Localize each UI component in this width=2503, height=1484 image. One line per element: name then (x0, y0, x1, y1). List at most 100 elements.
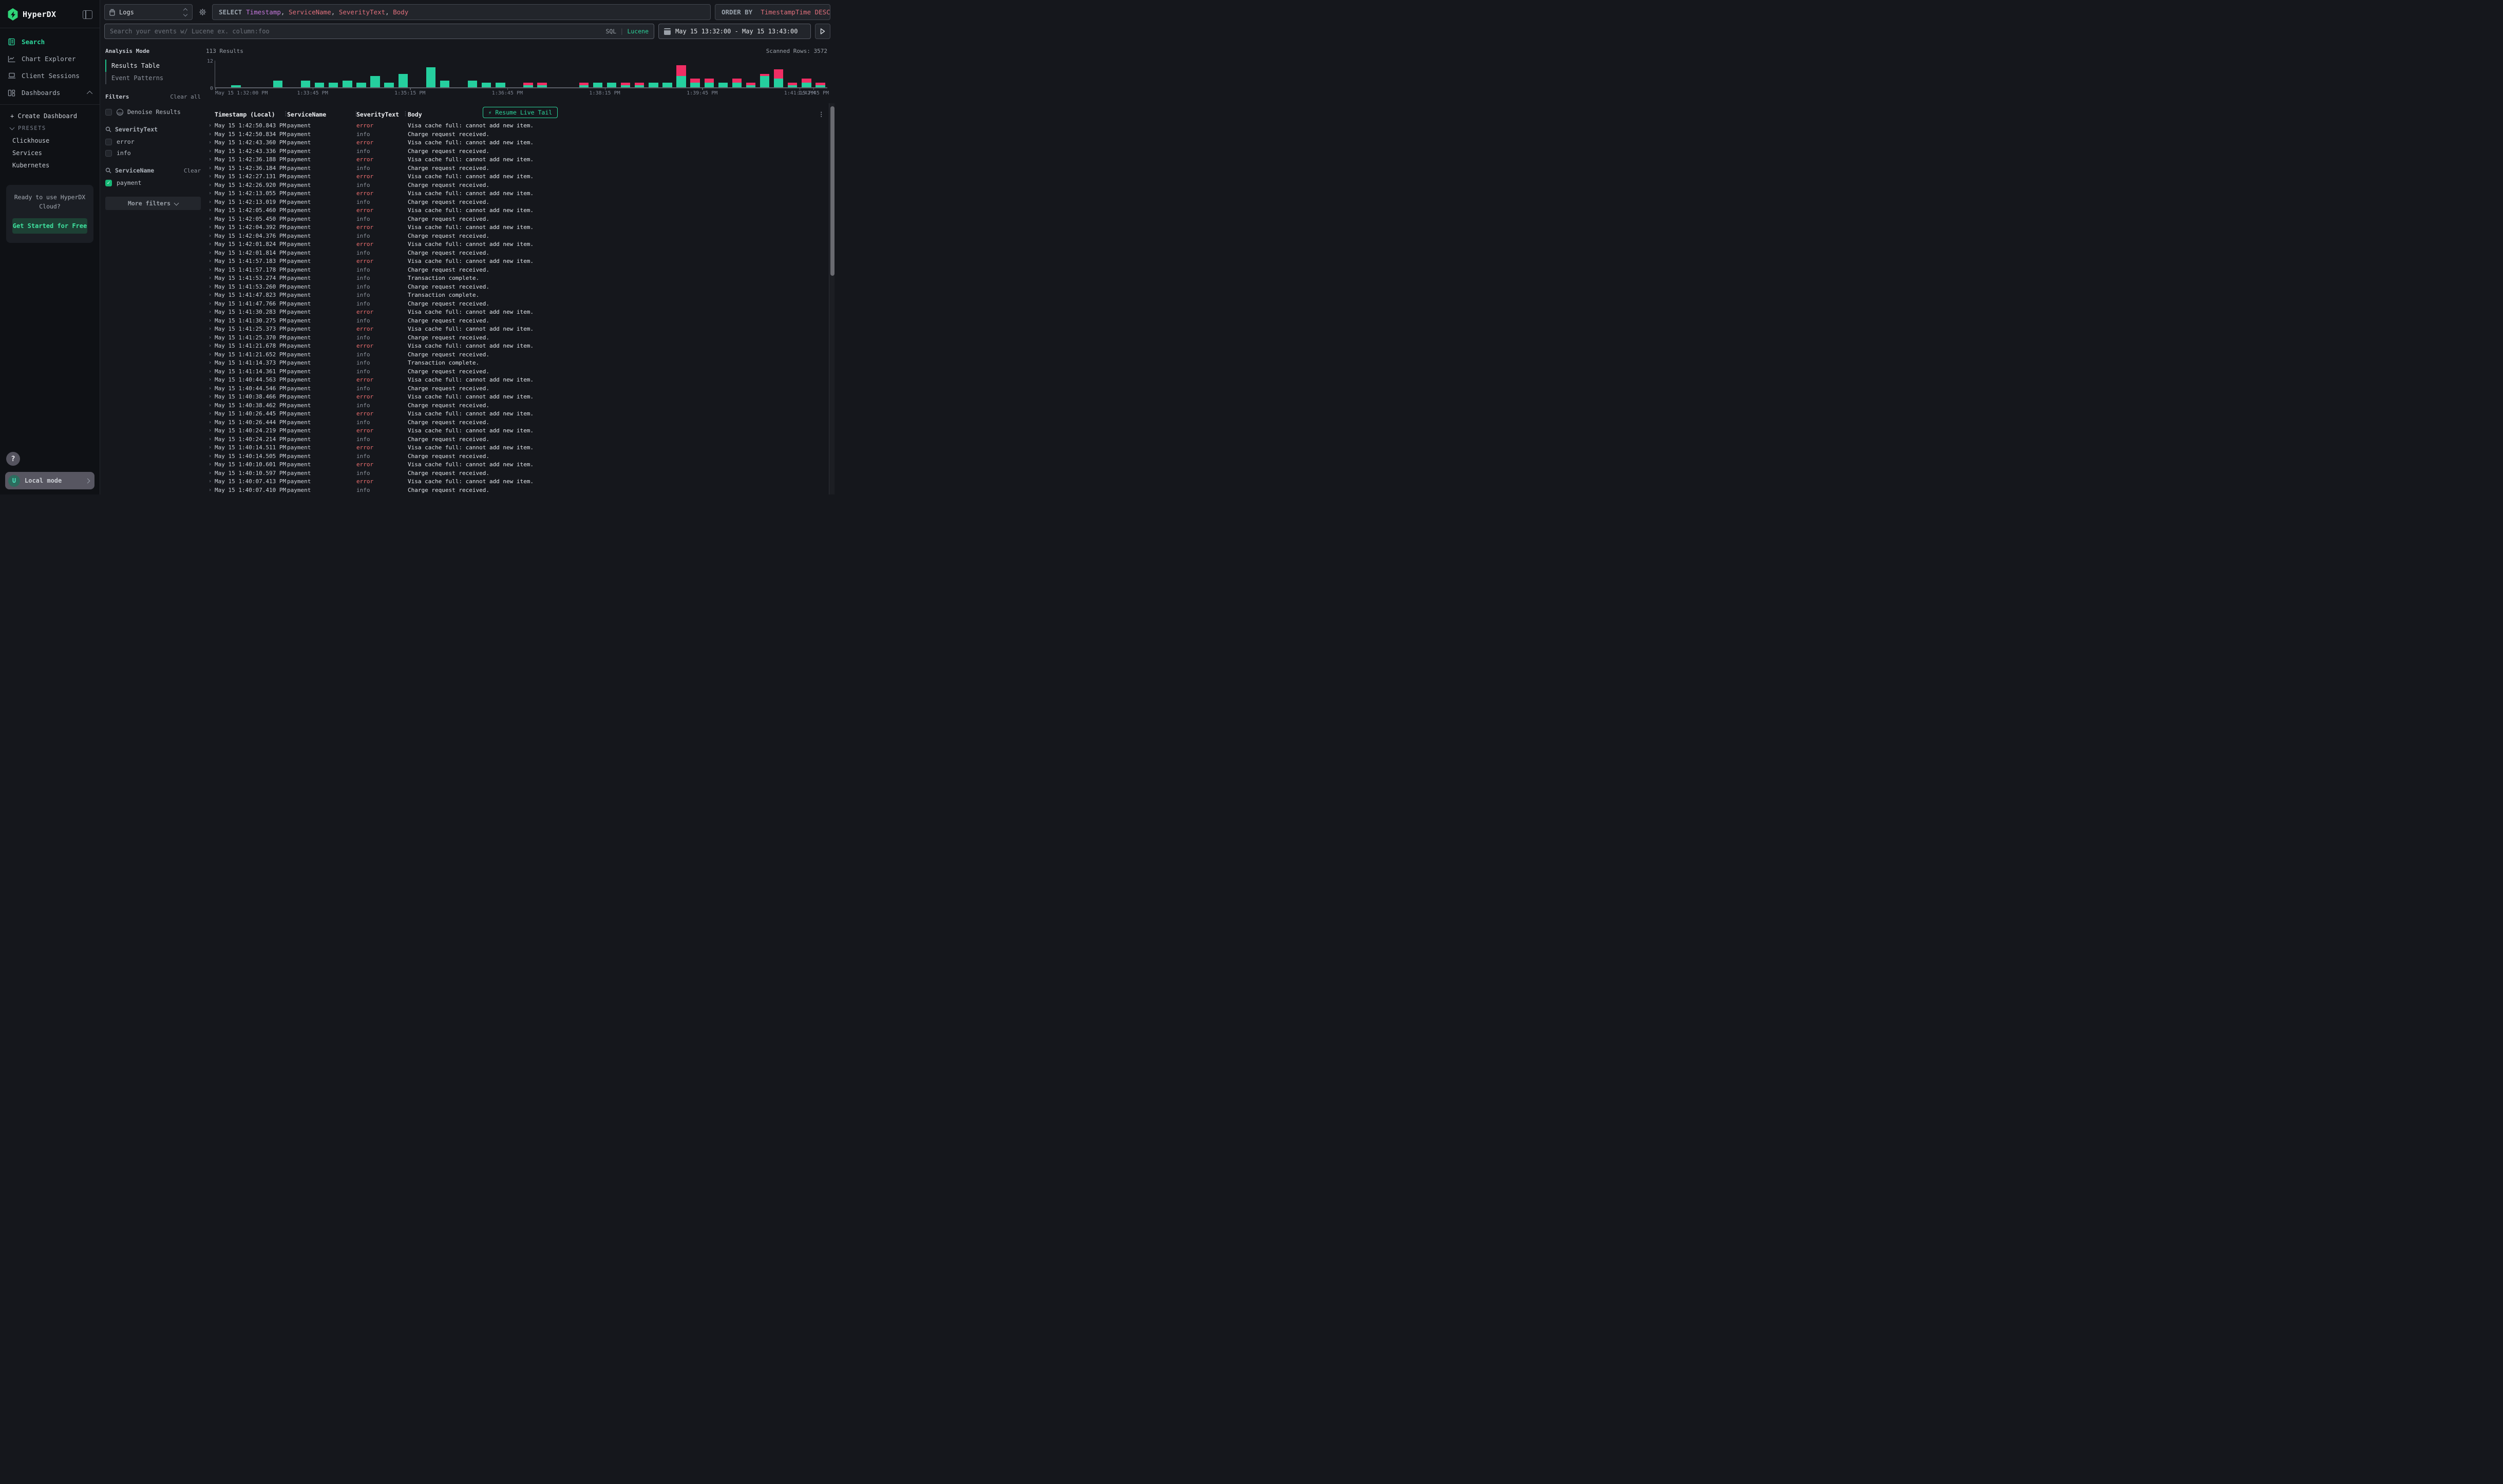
table-row[interactable]: ›May 15 1:41:53.260 PMpaymentinfoCharge … (206, 283, 827, 292)
source-settings-button[interactable] (197, 4, 208, 20)
row-expand-chevron-icon[interactable]: › (208, 181, 212, 190)
create-dashboard-button[interactable]: + Create Dashboard (7, 111, 92, 124)
histogram-bar[interactable] (690, 79, 699, 87)
histogram-bar[interactable] (231, 85, 240, 87)
row-expand-chevron-icon[interactable]: › (208, 198, 212, 207)
row-expand-chevron-icon[interactable]: › (208, 410, 212, 418)
presets-toggle[interactable]: PRESETS (7, 124, 92, 135)
table-row[interactable]: ›May 15 1:41:25.370 PMpaymentinfoCharge … (206, 334, 827, 343)
more-filters-button[interactable]: More filters (105, 197, 201, 210)
row-expand-chevron-icon[interactable]: › (208, 122, 212, 130)
row-expand-chevron-icon[interactable]: › (208, 257, 212, 266)
histogram-bar[interactable] (579, 83, 589, 87)
row-expand-chevron-icon[interactable]: › (208, 308, 212, 317)
histogram-bar[interactable] (329, 83, 338, 87)
preset-item-services[interactable]: Services (7, 147, 92, 159)
row-expand-chevron-icon[interactable]: › (208, 283, 212, 292)
table-options-kebab-icon[interactable]: ⋮ (819, 110, 825, 118)
sidebar-item-search[interactable]: Search (0, 33, 100, 50)
table-row[interactable]: ›May 15 1:41:53.274 PMpaymentinfoTransac… (206, 274, 827, 283)
histogram-bar[interactable] (440, 81, 449, 87)
run-query-button[interactable] (815, 24, 830, 39)
mode-sql-toggle[interactable]: SQL (605, 28, 616, 35)
histogram-bar[interactable] (468, 81, 477, 87)
table-row[interactable]: ›May 15 1:41:21.652 PMpaymentinfoCharge … (206, 351, 827, 359)
row-expand-chevron-icon[interactable]: › (208, 368, 212, 376)
checkbox-unchecked[interactable] (105, 139, 112, 145)
table-row[interactable]: ›May 15 1:42:26.920 PMpaymentinfoCharge … (206, 181, 827, 190)
row-expand-chevron-icon[interactable]: › (208, 385, 212, 393)
table-row[interactable]: ›May 15 1:40:44.546 PMpaymentinfoCharge … (206, 385, 827, 393)
table-row[interactable]: ›May 15 1:41:21.678 PMpaymenterrorVisa c… (206, 342, 827, 351)
histogram-bar[interactable] (523, 83, 533, 87)
table-row[interactable]: ›May 15 1:40:26.444 PMpaymentinfoCharge … (206, 418, 827, 427)
row-expand-chevron-icon[interactable]: › (208, 393, 212, 402)
row-expand-chevron-icon[interactable]: › (208, 139, 212, 147)
table-row[interactable]: ›May 15 1:42:27.131 PMpaymenterrorVisa c… (206, 173, 827, 181)
table-row[interactable]: ›May 15 1:42:05.450 PMpaymentinfoCharge … (206, 215, 827, 224)
row-expand-chevron-icon[interactable]: › (208, 376, 212, 385)
row-expand-chevron-icon[interactable]: › (208, 444, 212, 452)
row-expand-chevron-icon[interactable]: › (208, 334, 212, 343)
scrollbar-thumb[interactable] (830, 106, 835, 276)
row-expand-chevron-icon[interactable]: › (208, 130, 212, 139)
table-row[interactable]: ›May 15 1:42:43.336 PMpaymentinfoCharge … (206, 147, 827, 156)
search-input[interactable] (110, 28, 605, 35)
histogram-bar[interactable] (496, 83, 505, 87)
checkbox-checked[interactable]: ✓ (105, 180, 112, 186)
events-histogram[interactable]: 12 0 May 15 1:32:00 PM1:33:45 PM1:35:15 … (206, 59, 827, 100)
column-resize-handle[interactable]: ⋮ (403, 110, 408, 117)
row-expand-chevron-icon[interactable]: › (208, 427, 212, 435)
table-row[interactable]: ›May 15 1:40:07.410 PMpaymentinfoCharge … (206, 486, 827, 495)
row-expand-chevron-icon[interactable]: › (208, 206, 212, 215)
row-expand-chevron-icon[interactable]: › (208, 274, 212, 283)
help-button[interactable]: ? (6, 452, 20, 466)
histogram-bar[interactable] (315, 83, 324, 87)
row-expand-chevron-icon[interactable]: › (208, 359, 212, 368)
histogram-bar[interactable] (537, 83, 546, 87)
table-row[interactable]: ›May 15 1:40:14.505 PMpaymentinfoCharge … (206, 452, 827, 461)
table-row[interactable]: ›May 15 1:40:07.413 PMpaymenterrorVisa c… (206, 478, 827, 486)
row-expand-chevron-icon[interactable]: › (208, 164, 212, 173)
table-row[interactable]: ›May 15 1:40:38.466 PMpaymenterrorVisa c… (206, 393, 827, 402)
user-menu[interactable]: U Local mode (5, 472, 94, 489)
histogram-bar[interactable] (676, 65, 686, 87)
histogram-bar[interactable] (760, 74, 769, 87)
source-select[interactable]: Logs (104, 4, 193, 20)
row-expand-chevron-icon[interactable]: › (208, 156, 212, 164)
table-row[interactable]: ›May 15 1:42:04.392 PMpaymenterrorVisa c… (206, 223, 827, 232)
sidebar-item-chart-explorer[interactable]: Chart Explorer (0, 50, 100, 67)
histogram-bar[interactable] (732, 79, 742, 87)
table-row[interactable]: ›May 15 1:42:04.376 PMpaymentinfoCharge … (206, 232, 827, 241)
histogram-bar[interactable] (356, 83, 366, 87)
row-expand-chevron-icon[interactable]: › (208, 478, 212, 486)
filter-option-error[interactable]: error (105, 136, 201, 147)
histogram-bar[interactable] (788, 83, 797, 87)
header-severitytext[interactable]: SeverityText (356, 111, 408, 118)
histogram-bar[interactable] (621, 83, 630, 87)
column-resize-handle[interactable]: ⋮ (283, 110, 289, 117)
preset-item-clickhouse[interactable]: Clickhouse (7, 135, 92, 147)
histogram-bar[interactable] (370, 76, 380, 87)
histogram-bar[interactable] (301, 81, 310, 87)
table-row[interactable]: ›May 15 1:41:57.183 PMpaymenterrorVisa c… (206, 257, 827, 266)
table-row[interactable]: ›May 15 1:41:25.373 PMpaymenterrorVisa c… (206, 325, 827, 334)
mode-lucene-toggle[interactable]: Lucene (627, 28, 649, 35)
table-row[interactable]: ›May 15 1:42:36.184 PMpaymentinfoCharge … (206, 164, 827, 173)
row-expand-chevron-icon[interactable]: › (208, 249, 212, 258)
sidebar-item-dashboards[interactable]: Dashboards (0, 84, 100, 101)
table-row[interactable]: ›May 15 1:42:05.460 PMpaymenterrorVisa c… (206, 206, 827, 215)
histogram-bar[interactable] (399, 74, 408, 87)
table-row[interactable]: ›May 15 1:40:14.511 PMpaymenterrorVisa c… (206, 444, 827, 452)
histogram-bar[interactable] (705, 79, 714, 87)
table-row[interactable]: ›May 15 1:41:30.275 PMpaymentinfoCharge … (206, 317, 827, 326)
row-expand-chevron-icon[interactable]: › (208, 469, 212, 478)
analysis-mode-results-table[interactable]: Results Table (105, 60, 201, 72)
filter-option-info[interactable]: info (105, 147, 201, 159)
histogram-bar[interactable] (593, 83, 602, 87)
analysis-mode-event-patterns[interactable]: Event Patterns (105, 72, 201, 84)
table-row[interactable]: ›May 15 1:41:14.373 PMpaymentinfoTransac… (206, 359, 827, 368)
table-row[interactable]: ›May 15 1:42:36.188 PMpaymenterrorVisa c… (206, 156, 827, 164)
histogram-bar[interactable] (649, 83, 658, 87)
histogram-bar[interactable] (426, 67, 435, 87)
